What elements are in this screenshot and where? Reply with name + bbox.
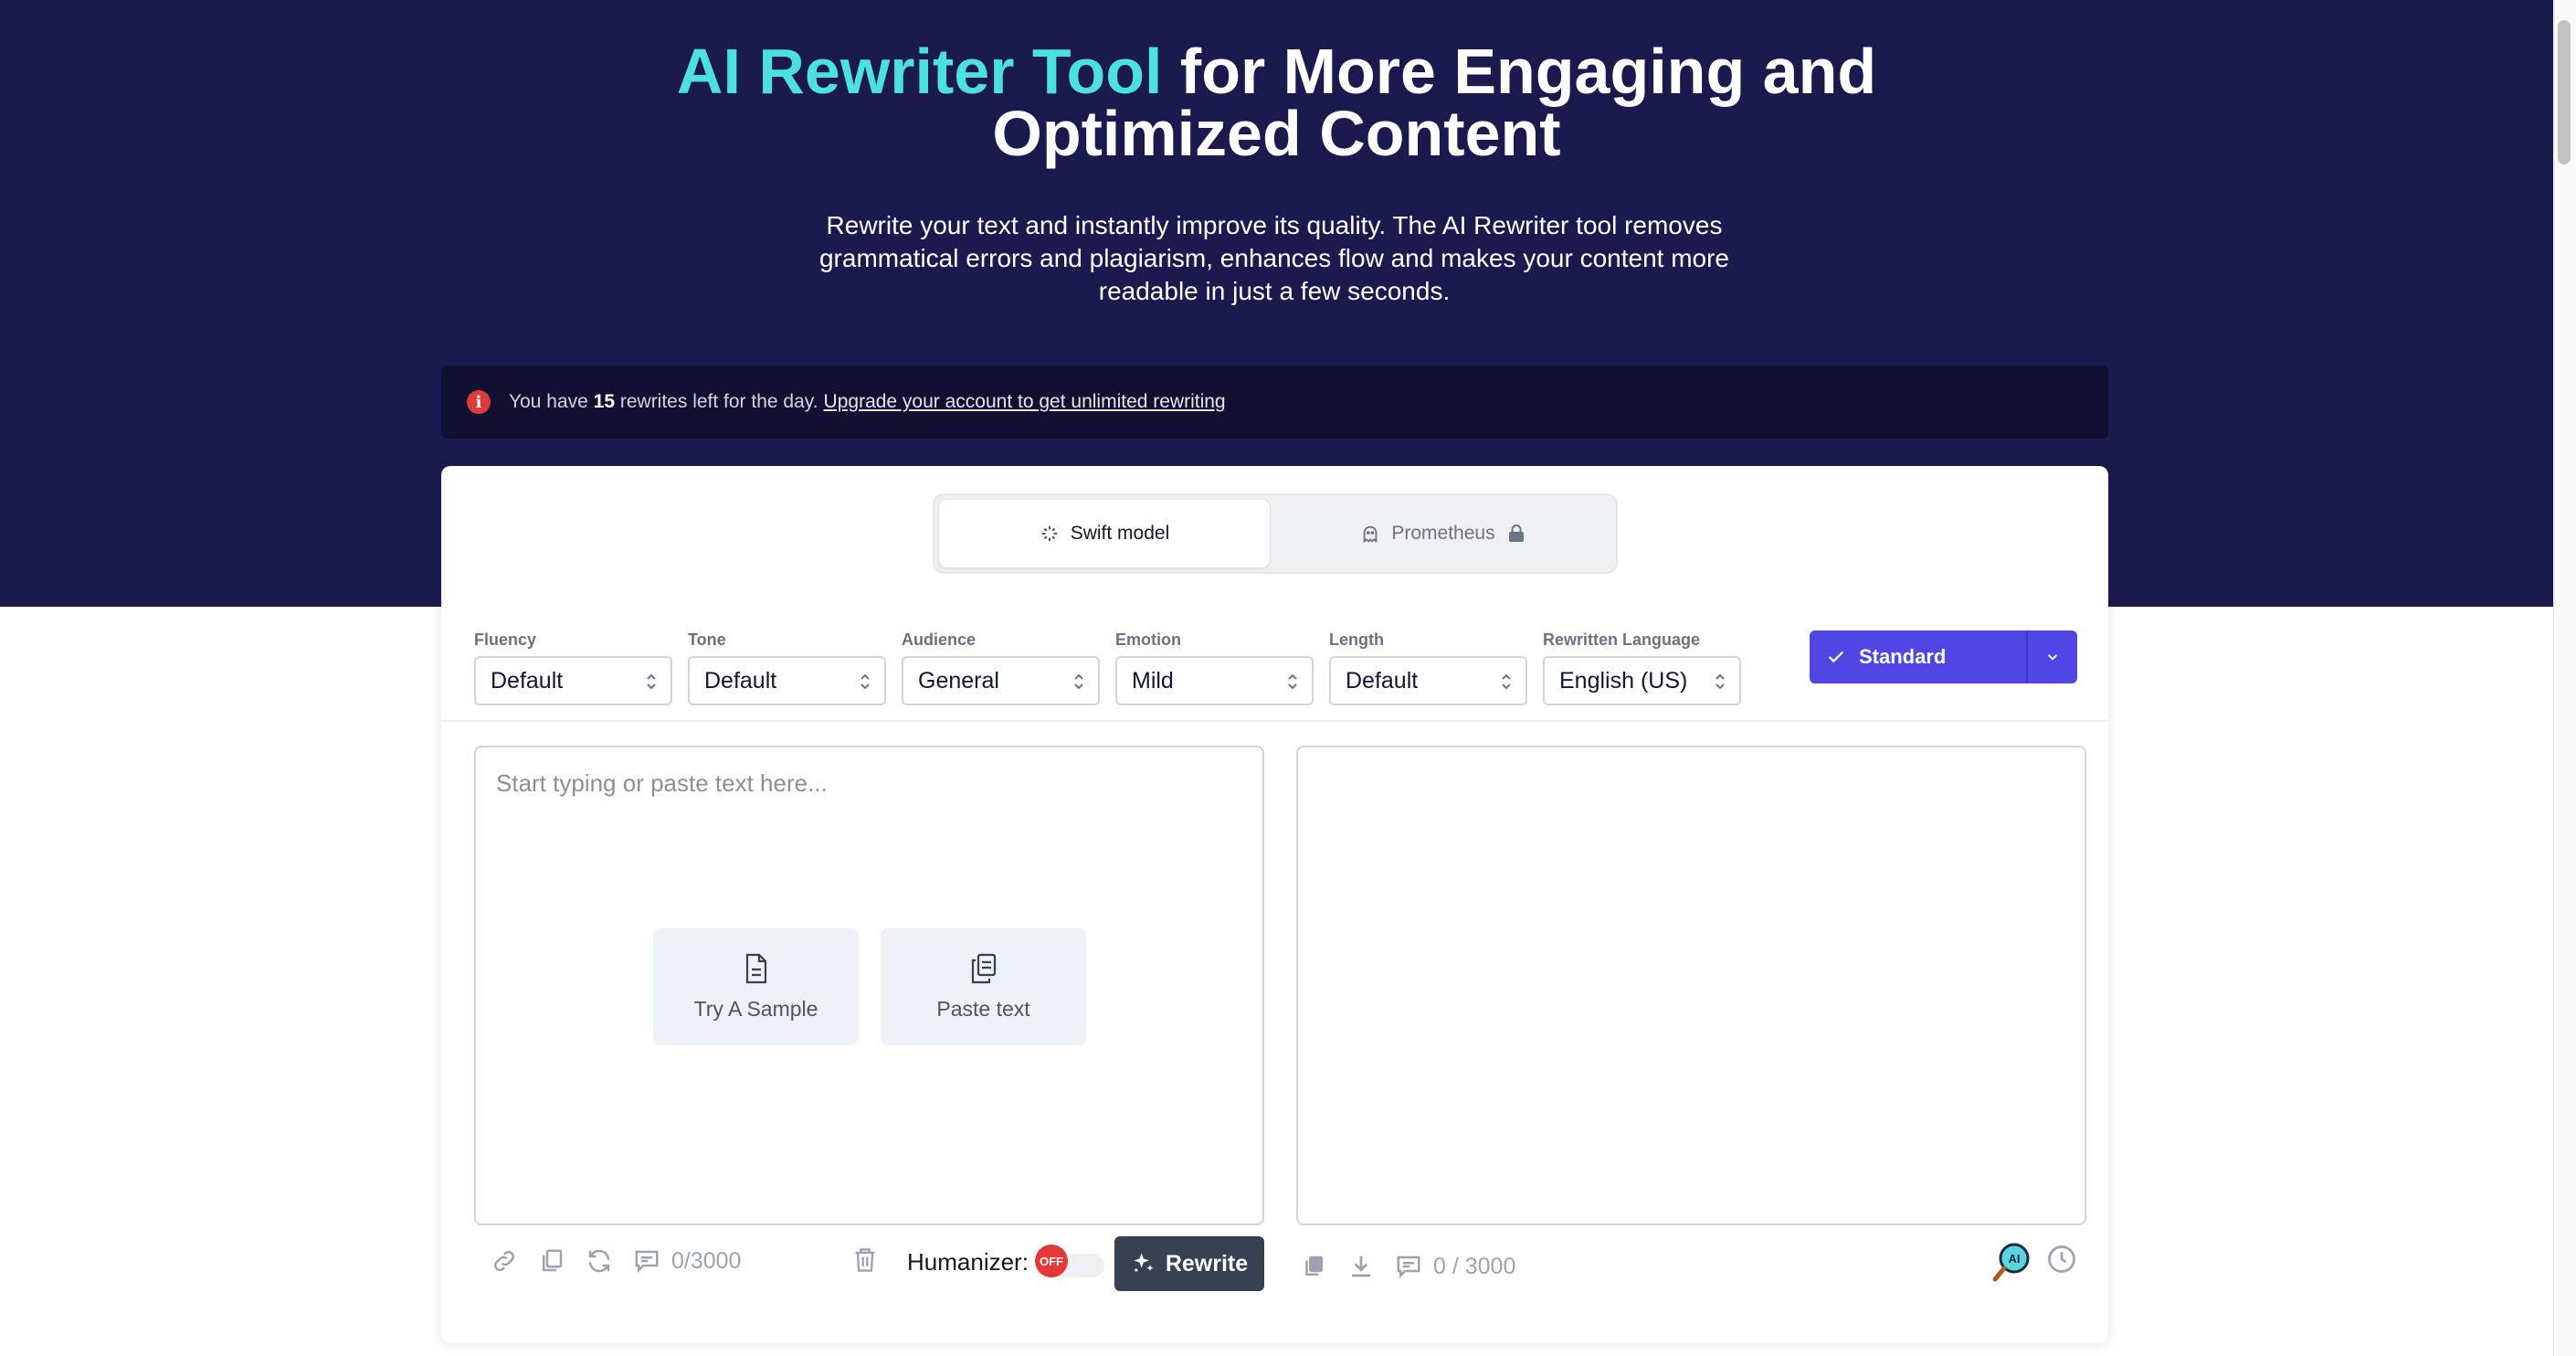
rewrite-button[interactable]: Rewrite [1114, 1236, 1264, 1291]
fluency-select[interactable]: Default [474, 656, 672, 705]
model-selector: Swift model Prometheus [933, 493, 1618, 574]
title-rest: for More Engaging and [1162, 36, 1877, 107]
chevron-updown-icon [645, 671, 658, 693]
chevron-updown-icon [1286, 671, 1299, 693]
tab-swift-label: Swift model [1070, 523, 1170, 544]
check-icon [1828, 651, 1844, 663]
tab-prometheus-label: Prometheus [1391, 523, 1495, 544]
fluency-value: Default [491, 667, 564, 694]
mode-label: Standard [1859, 645, 1947, 668]
input-counter: 0/3000 [671, 1247, 742, 1274]
notice-prefix: You have [509, 391, 594, 412]
ghost-icon [1360, 524, 1380, 544]
trash-icon[interactable] [852, 1246, 878, 1274]
audience-value: General [918, 667, 999, 694]
title-accent: AI Rewriter Tool [676, 36, 1163, 107]
fluency-control: Fluency Default [474, 630, 672, 705]
page-title: AI Rewriter Tool for More Engaging and O… [0, 39, 2553, 169]
toggle-state: OFF [1035, 1245, 1068, 1277]
standard-mode-button[interactable]: Standard [1810, 630, 2028, 683]
notice-suffix: rewrites left for the day. [615, 391, 818, 412]
mode-dropdown-button[interactable] [2028, 630, 2077, 683]
length-value: Default [1346, 667, 1419, 694]
page-scrollbar[interactable] [2553, 0, 2576, 1356]
language-select[interactable]: English (US) [1543, 656, 1741, 705]
emotion-select[interactable]: Mild [1115, 656, 1314, 705]
tone-label: Tone [688, 630, 726, 649]
rewrite-label: Rewrite [1165, 1250, 1249, 1277]
scrollbar-thumb[interactable] [2558, 20, 2571, 164]
tab-swift-model[interactable]: Swift model [939, 500, 1270, 567]
input-editor[interactable]: Start typing or paste text here... Try A… [474, 746, 1264, 1225]
svg-text:AI: AI [2009, 1252, 2021, 1266]
document-icon [745, 953, 766, 983]
paste-text-button[interactable]: Paste text [881, 928, 1086, 1045]
download-icon[interactable] [1347, 1253, 1375, 1280]
fluency-label: Fluency [474, 630, 537, 649]
word-count-icon [633, 1247, 660, 1275]
length-select[interactable]: Default [1329, 656, 1527, 705]
ai-detector-icon[interactable]: AI [1991, 1241, 2033, 1283]
mode-selector: Standard [1810, 630, 2077, 683]
word-count-icon [1395, 1253, 1422, 1280]
title-line2: Optimized Content [992, 98, 1561, 169]
output-counter: 0 / 3000 [1433, 1253, 1516, 1279]
length-label: Length [1329, 630, 1384, 649]
humanizer-label: Humanizer: [907, 1248, 1029, 1276]
language-value: English (US) [1559, 667, 1688, 694]
tone-control: Tone Default [688, 630, 886, 705]
language-label: Rewritten Language [1543, 630, 1701, 649]
info-icon: i [467, 390, 491, 414]
history-icon[interactable] [2045, 1243, 2078, 1276]
humanizer-toggle[interactable]: OFF [1035, 1245, 1108, 1281]
rewrite-limit-notice: i You have 15 rewrites left for the day.… [441, 365, 2108, 439]
copy-icon[interactable] [538, 1247, 565, 1275]
emotion-label: Emotion [1115, 630, 1181, 649]
sparkle-icon [1040, 524, 1060, 544]
paste-text-label: Paste text [936, 996, 1030, 1021]
audience-select[interactable]: General [902, 656, 1100, 705]
clipboard-icon [971, 953, 996, 983]
audience-label: Audience [902, 630, 977, 649]
copy-output-icon[interactable] [1300, 1253, 1327, 1280]
input-toolbar: 0/3000 [491, 1234, 741, 1288]
chevron-updown-icon [1714, 671, 1726, 693]
refresh-icon[interactable] [586, 1247, 613, 1275]
tone-select[interactable]: Default [688, 656, 886, 705]
output-editor[interactable] [1296, 746, 2086, 1225]
rewriter-card: Swift model Prometheus Fluency Default T… [441, 466, 2108, 1343]
try-sample-label: Try A Sample [693, 996, 818, 1021]
sparkles-icon [1134, 1253, 1154, 1273]
link-icon[interactable] [491, 1247, 518, 1275]
rewrites-count: 15 [593, 391, 616, 412]
try-sample-button[interactable]: Try A Sample [653, 928, 859, 1045]
audience-control: Audience General [902, 630, 1100, 705]
tone-value: Default [704, 667, 777, 694]
chevron-updown-icon [1072, 671, 1085, 693]
emotion-value: Mild [1132, 667, 1174, 694]
chevron-down-icon [2047, 654, 2058, 661]
input-placeholder: Start typing or paste text here... [496, 769, 828, 797]
length-control: Length Default [1329, 630, 1527, 705]
output-toolbar: 0 / 3000 [1300, 1239, 1515, 1294]
lock-icon [1508, 524, 1525, 543]
chevron-updown-icon [859, 671, 871, 693]
tab-prometheus[interactable]: Prometheus [1277, 500, 1608, 567]
emotion-control: Emotion Mild [1115, 630, 1314, 705]
language-control: Rewritten Language English (US) [1543, 630, 1741, 705]
page-subtitle: Rewrite your text and instantly improve … [818, 211, 1729, 305]
upgrade-link[interactable]: Upgrade your account to get unlimited re… [824, 391, 1226, 413]
chevron-updown-icon [1500, 671, 1513, 693]
